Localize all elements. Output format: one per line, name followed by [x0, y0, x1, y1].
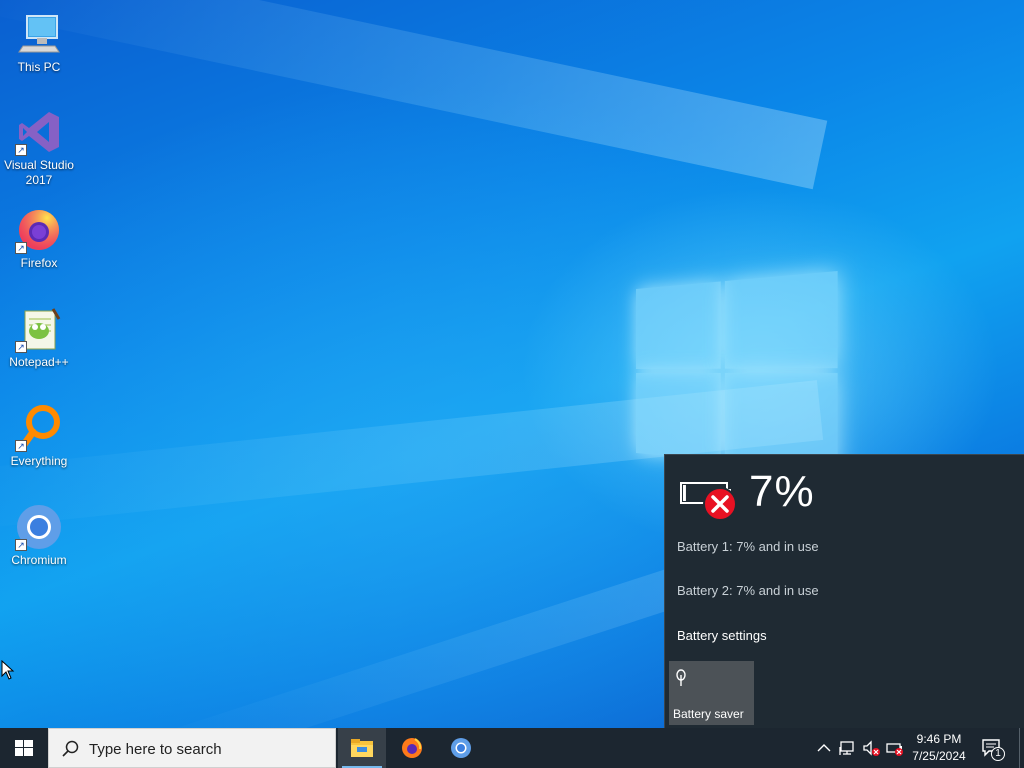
notepadpp-icon: ↗: [15, 305, 63, 353]
notification-count-badge: 1: [995, 748, 1001, 759]
desktop-icon-notepadpp[interactable]: ↗ Notepad++: [4, 305, 74, 370]
action-center-button[interactable]: 1: [980, 736, 1006, 762]
taskbar-chromium[interactable]: [437, 728, 485, 768]
battery-flyout: 7% Battery 1: 7% and in use Battery 2: 7…: [664, 454, 1024, 728]
battery-status-icon: [680, 477, 740, 521]
taskbar-firefox[interactable]: [388, 728, 436, 768]
visual-studio-icon: ↗: [15, 108, 63, 156]
search-icon: [62, 740, 79, 757]
desktop-icon-label: Everything: [10, 454, 68, 468]
desktop-icon-visual-studio[interactable]: ↗ Visual Studio 2017: [4, 108, 74, 188]
chromium-icon: ↗: [15, 503, 63, 551]
desktop-icon-label: This PC: [17, 60, 61, 74]
shortcut-arrow-icon: ↗: [15, 242, 27, 254]
shortcut-arrow-icon: ↗: [15, 440, 27, 452]
clock-date: 7/25/2024: [912, 749, 966, 763]
desktop-icon-this-pc[interactable]: This PC: [4, 10, 74, 75]
windows-logo-wallpaper: [636, 270, 838, 475]
desktop-icon-label: Chromium: [11, 553, 67, 567]
windows-start-icon: [15, 740, 33, 756]
desktop-icon-label: Firefox: [20, 256, 58, 270]
taskbar: Type here to search 9:46 PM 7/25/2024 1: [0, 728, 1024, 768]
shortcut-arrow-icon: ↗: [15, 341, 27, 353]
desktop-icon-label: Notepad++: [9, 355, 69, 369]
start-button[interactable]: [0, 728, 48, 768]
shortcut-arrow-icon: ↗: [15, 144, 27, 156]
chromium-icon: [451, 738, 471, 758]
firefox-icon: ↗: [15, 206, 63, 254]
shortcut-arrow-icon: ↗: [15, 539, 27, 551]
desktop-icon-everything[interactable]: ↗ Everything: [4, 404, 74, 469]
battery-settings-link[interactable]: Battery settings: [677, 628, 767, 643]
battery-1-status: Battery 1: 7% and in use: [677, 539, 819, 554]
firefox-icon: [402, 738, 422, 758]
desktop-icon-chromium[interactable]: ↗ Chromium: [4, 503, 74, 568]
battery-saver-leaf-icon: [676, 669, 686, 686]
battery-percent: 7%: [749, 467, 815, 516]
desktop-icon-label-line2: 2017: [25, 173, 53, 187]
battery-2-status: Battery 2: 7% and in use: [677, 583, 819, 598]
mouse-cursor-icon: [1, 660, 15, 680]
battery-critical-tray-icon[interactable]: [885, 738, 905, 758]
pc-icon: [15, 10, 63, 58]
taskbar-search-box[interactable]: Type here to search: [48, 728, 336, 768]
show-desktop-button[interactable]: [1019, 728, 1024, 768]
desktop-icon-label: Visual Studio: [4, 158, 74, 172]
desktop-icon-firefox[interactable]: ↗ Firefox: [4, 206, 74, 271]
wallpaper-beam: [0, 0, 828, 190]
battery-saver-label: Battery saver: [673, 707, 744, 721]
clock-time: 9:46 PM: [916, 732, 962, 746]
taskbar-clock[interactable]: 9:46 PM 7/25/2024: [906, 731, 972, 765]
battery-saver-button[interactable]: Battery saver: [669, 661, 754, 725]
show-hidden-icons-chevron-icon[interactable]: [814, 738, 834, 758]
taskbar-file-explorer[interactable]: [338, 728, 386, 768]
battery-level-fill: [683, 485, 686, 501]
everything-icon: ↗: [15, 404, 63, 452]
search-placeholder: Type here to search: [89, 741, 222, 758]
file-explorer-icon: [351, 739, 373, 757]
volume-muted-icon[interactable]: [861, 738, 881, 758]
network-icon[interactable]: [838, 738, 858, 758]
